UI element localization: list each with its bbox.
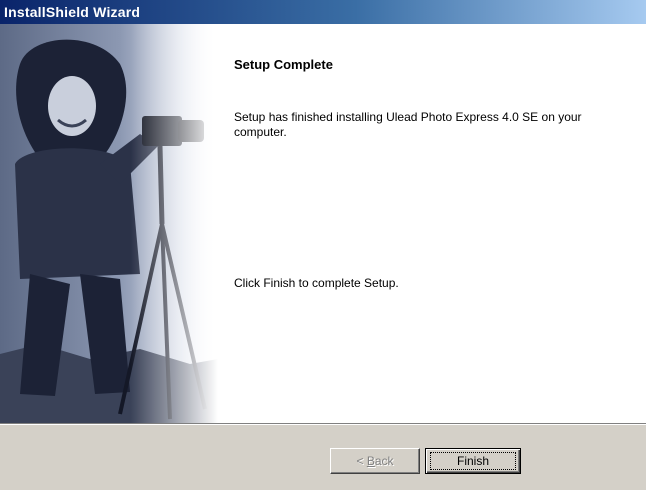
completion-message: Setup has finished installing Ulead Phot… (234, 110, 582, 139)
back-button-rest: ack (374, 453, 394, 468)
window-title: InstallShield Wizard (4, 4, 141, 20)
wizard-content: Setup Complete Setup has finished instal… (0, 24, 646, 423)
photographer-image (0, 24, 218, 423)
finish-instruction: Click Finish to complete Setup. (234, 276, 399, 290)
footer-divider (0, 423, 646, 425)
back-button[interactable]: < Back (330, 448, 420, 474)
finish-button[interactable]: Finish (425, 448, 521, 474)
finish-button-label: Finish (456, 453, 489, 468)
title-bar[interactable]: InstallShield Wizard (0, 0, 646, 24)
page-title: Setup Complete (234, 57, 333, 72)
back-button-accelerator: B (366, 453, 375, 468)
installshield-window: InstallShield Wizard Setup Complete Setu… (0, 0, 646, 490)
back-button-prefix: < (356, 453, 367, 468)
